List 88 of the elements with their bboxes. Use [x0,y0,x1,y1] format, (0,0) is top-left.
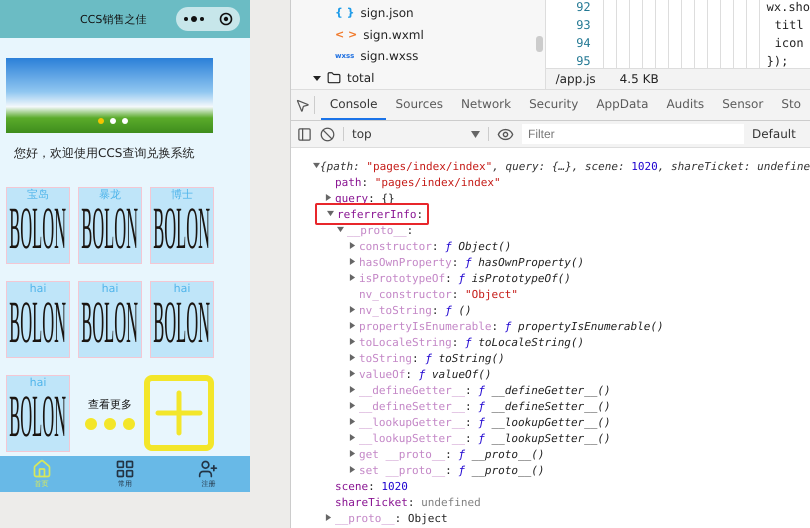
console-entry-text: __lookupSetter__: ƒ __lookupSetter__() [359,432,611,444]
carousel-dot[interactable] [110,118,116,124]
carousel-dot[interactable] [98,118,104,124]
console-entry-text: toLocaleString: ƒ toLocaleString() [359,336,584,348]
file-tree-item[interactable]: < > sign.wxml [291,24,545,46]
line-number: 95 [575,54,592,68]
console-entry-text: __proto__: [347,224,414,236]
console-entry-text: __defineSetter__: ƒ __defineSetter__() [359,400,611,412]
more-icon [183,16,205,22]
greeting-text: 您好，欢迎使用CCS查询兑换系统 [14,145,196,162]
close-target-icon [219,12,233,26]
brand-logo: BOLON [10,202,66,258]
user-add-icon [198,459,218,479]
console-entry-text: path: "pages/index/index" [335,176,501,188]
file-path: /app.js [556,72,596,86]
brand-logo: BOLON [154,296,210,352]
brand-card[interactable]: 博士 BOLON [150,187,214,264]
console-entry-text: get __proto__: ƒ __proto__() [359,448,544,460]
ellipsis-icon [85,418,135,430]
console-entry-text: toString: ƒ toString() [359,352,505,364]
devtools-tab[interactable]: Sources [386,90,452,120]
console-entry-text: isPrototypeOf: ƒ isPrototypeOf() [359,272,571,284]
line-number: 92 [575,0,592,16]
brand-card[interactable]: 暴龙 BOLON [78,187,142,264]
filter-field[interactable]: Filter [522,124,744,144]
line-number: 93 [575,18,592,34]
file-size: 4.5 KB [620,72,659,86]
home-icon [32,459,52,479]
devtools-tab[interactable]: Sensor [713,90,772,120]
scrollbar-thumb[interactable] [536,36,543,52]
carousel-dot[interactable] [122,118,128,124]
file-tree-item[interactable]: { } sign.json [291,2,545,24]
brand-card[interactable]: hai BOLON [6,375,70,452]
brand-card[interactable]: hai BOLON [6,281,70,358]
devtools-tab[interactable]: Audits [657,90,714,120]
console-entry-text: set __proto__: ƒ __proto__() [359,464,544,476]
brand-label: 博士 [171,188,193,202]
capsule-menu[interactable] [176,7,240,31]
line-number: 94 [575,36,592,52]
brand-label: hai [30,282,46,296]
devtools-tab[interactable]: AppData [587,90,658,120]
brand-card[interactable]: 宝岛 BOLON [6,187,70,264]
console-entry-text: referrerInfo: [337,208,424,220]
brand-logo: BOLON [10,390,66,446]
angle-brackets-icon: < > [335,28,358,42]
code-line: icon [774,36,804,52]
console-entry-text: shareTicket: undefined [335,496,481,508]
console-entry-text: propertyIsEnumerable: ƒ propertyIsEnumerable() [359,320,664,332]
clear-icon[interactable] [320,126,335,142]
nav-title: CCS销售之佳 [80,12,146,26]
console-entry-text: nv_toString: ƒ () [359,304,472,316]
console-entry-text: constructor: ƒ Object() [359,240,512,252]
console-entry-text: __proto__: Object [335,512,448,524]
brand-label: 暴龙 [99,188,121,202]
console-entry-text: __defineGetter__: ƒ __defineGetter__() [359,384,611,396]
console-entry-text: __lookupGetter__: ƒ __lookupGetter__() [359,416,611,428]
code-line: titl [774,18,804,34]
levels-select[interactable]: Default [752,127,796,141]
brand-card[interactable]: hai BOLON [150,281,214,358]
brand-label: hai [30,376,46,390]
code-line: }); [766,54,788,68]
brand-logo: BOLON [82,202,138,258]
brand-label: 宝岛 [27,188,49,202]
brand-card[interactable]: hai BOLON [78,281,142,358]
console-entry-text: scene: 1020 [335,480,408,492]
brand-label: hai [174,282,190,296]
devtools-tab[interactable]: Security [520,90,588,120]
sidebar-toggle-icon[interactable] [297,126,312,142]
console-entry-text: hasOwnProperty: ƒ hasOwnProperty() [359,256,584,268]
console-entry-text: valueOf: ƒ valueOf() [359,368,492,380]
context-select[interactable]: top [343,127,489,141]
console-entry-text: {path: "pages/index/index", query: {…}, scene: 1020, shareTicket: undefine [320,160,810,172]
brand-logo: BOLON [10,296,66,352]
code-line: wx.sho [766,0,810,16]
dropdown-caret-icon [471,130,480,138]
inspect-icon[interactable] [294,98,310,112]
brand-logo: BOLON [82,296,138,352]
console-entry-text: nv_constructor: "Object" [359,288,518,300]
devtools-tab[interactable]: Sto [772,90,810,120]
file-tree-item[interactable]: total [291,67,545,89]
folder-icon [327,71,341,86]
brand-label: hai [102,282,118,296]
collapse-arrow-icon[interactable] [313,74,321,82]
brand-logo: BOLON [154,202,210,258]
grid-icon [114,459,135,479]
devtools-tab[interactable]: Network [452,90,520,120]
braces-icon: { } [335,6,354,20]
more-link[interactable]: 查看更多 [88,397,132,412]
